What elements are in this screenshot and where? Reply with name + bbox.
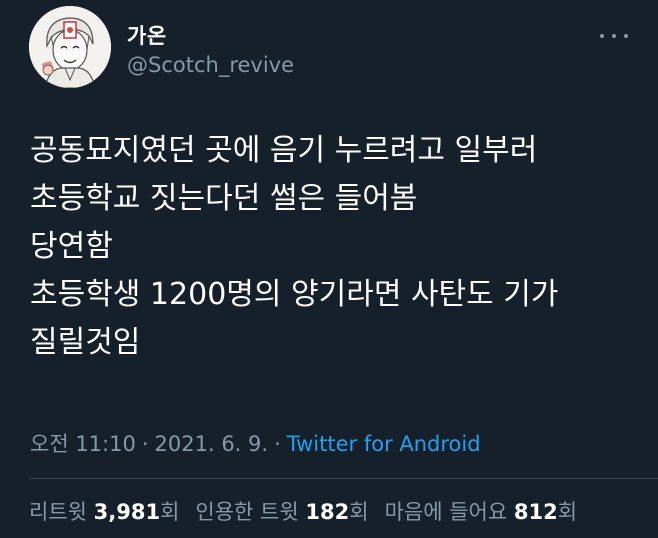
likes-label: 마음에 들어요 <box>384 500 508 524</box>
tweet-line: 당연함 <box>30 229 113 264</box>
display-name[interactable]: 가온 <box>127 20 167 50</box>
retweets-label: 리트윗 <box>29 500 87 524</box>
tweet-time[interactable]: 오전 11:10 <box>30 432 136 456</box>
tweet-line: 초등학생 1200명의 양기라면 사탄도 기가 <box>30 277 559 312</box>
tweet-line: 초등학교 짓는다던 썰은 들어봄 <box>30 181 418 216</box>
tweet-date[interactable]: 2021. 6. 9. <box>155 432 269 456</box>
illustrated-character-avatar-icon <box>29 6 111 88</box>
quote-tweets-stat[interactable]: 인용한 트윗 182회 <box>195 496 368 526</box>
quote-tweets-unit: 회 <box>349 500 369 524</box>
separator: · <box>274 432 281 456</box>
dot <box>624 34 628 38</box>
separator: · <box>141 432 149 456</box>
likes-unit: 회 <box>557 500 578 524</box>
tweet-source-link[interactable]: Twitter for Android <box>287 432 481 456</box>
engagement-stats: 리트윗 3,981회 인용한 트윗 182회 마음에 들어요 812회 <box>29 496 577 526</box>
tweet-metadata: 오전 11:10 · 2021. 6. 9. · Twitter for Android <box>30 428 481 458</box>
likes-stat[interactable]: 마음에 들어요 812회 <box>385 496 577 526</box>
retweets-stat[interactable]: 리트윗 3,981회 <box>29 496 179 526</box>
more-options-icon[interactable] <box>600 28 628 44</box>
dot <box>600 34 604 38</box>
divider <box>29 478 658 479</box>
tweet-text: 공동묘지였던 곳에 음기 누르려고 일부러 초등학교 짓는다던 썰은 들어봄 당… <box>30 127 650 367</box>
retweets-unit: 회 <box>160 500 180 524</box>
quote-tweets-label: 인용한 트윗 <box>195 500 299 524</box>
tweet-line: 공동묘지였던 곳에 음기 누르려고 일부러 <box>30 133 538 168</box>
username-handle[interactable]: @Scotch_revive <box>127 53 294 77</box>
quote-tweets-count: 182 <box>305 500 350 524</box>
dot <box>612 34 616 38</box>
retweets-count: 3,981 <box>93 500 161 524</box>
likes-count: 812 <box>513 500 558 524</box>
tweet-line: 질릴것임 <box>30 325 141 360</box>
avatar[interactable] <box>29 6 111 88</box>
